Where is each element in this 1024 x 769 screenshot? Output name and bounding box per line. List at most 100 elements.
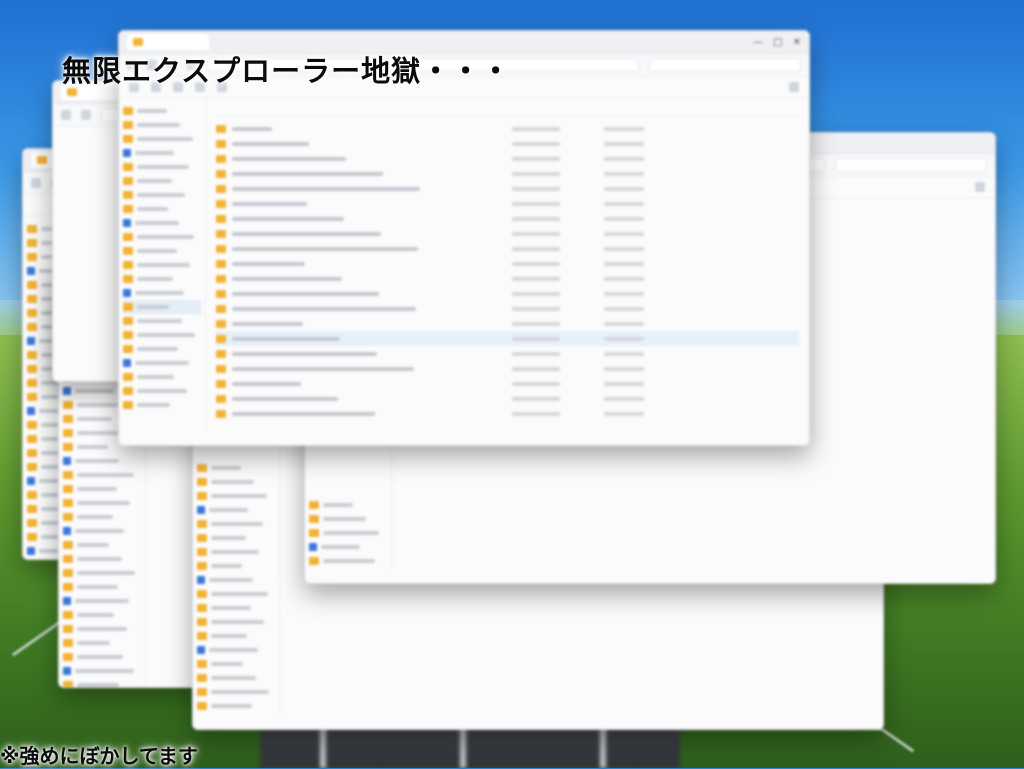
table-row[interactable] (216, 196, 799, 211)
file-list[interactable] (206, 98, 809, 445)
nav-item[interactable] (309, 554, 387, 568)
nav-item[interactable] (197, 503, 275, 517)
nav-item[interactable] (123, 202, 201, 216)
details-icon[interactable] (789, 82, 799, 92)
nav-item[interactable] (123, 398, 201, 412)
nav-item[interactable] (123, 132, 201, 146)
nav-item[interactable] (197, 685, 275, 699)
nav-item[interactable] (63, 468, 141, 482)
nav-item[interactable] (197, 559, 275, 573)
search-input[interactable] (835, 158, 987, 172)
nav-item[interactable] (197, 475, 275, 489)
nav-item[interactable] (123, 216, 201, 230)
nav-item[interactable] (123, 146, 201, 160)
nav-item[interactable] (123, 356, 201, 370)
nav-item[interactable] (63, 510, 141, 524)
table-row[interactable] (216, 361, 799, 376)
table-row[interactable] (216, 121, 799, 136)
nav-item[interactable] (63, 552, 141, 566)
navigation-pane[interactable] (193, 431, 280, 729)
table-row[interactable] (216, 151, 799, 166)
table-row[interactable] (216, 331, 799, 346)
table-row[interactable] (216, 301, 799, 316)
nav-item[interactable] (123, 286, 201, 300)
nav-item[interactable] (123, 160, 201, 174)
nav-item[interactable] (63, 454, 141, 468)
explorer-window-front[interactable]: — □ ✕ (118, 30, 810, 446)
table-row[interactable] (216, 226, 799, 241)
minimize-icon[interactable]: — (753, 37, 763, 48)
folder-icon (27, 421, 37, 429)
nav-item[interactable] (123, 328, 201, 342)
nav-item[interactable] (123, 118, 201, 132)
nav-item[interactable] (63, 496, 141, 510)
nav-item[interactable] (63, 566, 141, 580)
nav-item[interactable] (63, 678, 141, 687)
nav-item[interactable] (123, 314, 201, 328)
nav-item[interactable] (123, 342, 201, 356)
nav-item[interactable] (123, 174, 201, 188)
nav-item[interactable] (63, 594, 141, 608)
nav-item[interactable] (63, 538, 141, 552)
nav-item[interactable] (123, 300, 201, 314)
nav-item[interactable] (197, 601, 275, 615)
table-row[interactable] (216, 166, 799, 181)
table-row[interactable] (216, 241, 799, 256)
drive-icon (27, 267, 35, 275)
nav-item[interactable] (197, 517, 275, 531)
folder-icon (216, 409, 226, 418)
nav-item[interactable] (63, 524, 141, 538)
table-row[interactable] (216, 256, 799, 271)
nav-item[interactable] (63, 622, 141, 636)
close-icon[interactable]: ✕ (793, 37, 801, 48)
nav-item[interactable] (309, 540, 387, 554)
nav-item[interactable] (197, 629, 275, 643)
navigation-pane[interactable] (119, 98, 206, 445)
nav-item[interactable] (123, 384, 201, 398)
nav-item[interactable] (197, 531, 275, 545)
nav-item[interactable] (197, 643, 275, 657)
column-header[interactable] (216, 102, 799, 117)
table-row[interactable] (216, 316, 799, 331)
table-row[interactable] (216, 376, 799, 391)
nav-item[interactable] (309, 526, 387, 540)
maximize-icon[interactable]: □ (773, 37, 782, 48)
nav-item[interactable] (63, 664, 141, 678)
table-row[interactable] (216, 346, 799, 361)
table-row[interactable] (216, 286, 799, 301)
table-row[interactable] (216, 391, 799, 406)
search-input[interactable] (649, 58, 801, 72)
nav-item[interactable] (123, 230, 201, 244)
nav-item[interactable] (123, 244, 201, 258)
nav-item[interactable] (309, 512, 387, 526)
table-row[interactable] (216, 271, 799, 286)
nav-item[interactable] (197, 671, 275, 685)
details-icon[interactable] (975, 182, 985, 192)
nav-item[interactable] (63, 580, 141, 594)
folder-icon (123, 345, 133, 353)
nav-item[interactable] (197, 615, 275, 629)
table-row[interactable] (216, 181, 799, 196)
nav-item[interactable] (123, 258, 201, 272)
nav-item[interactable] (63, 482, 141, 496)
nav-item[interactable] (197, 657, 275, 671)
nav-item[interactable] (63, 636, 141, 650)
nav-item[interactable] (197, 699, 275, 713)
nav-item[interactable] (309, 498, 387, 512)
folder-icon (216, 304, 226, 313)
nav-item[interactable] (197, 587, 275, 601)
table-row[interactable] (216, 406, 799, 421)
nav-item[interactable] (123, 104, 201, 118)
nav-item[interactable] (197, 573, 275, 587)
nav-item[interactable] (63, 650, 141, 664)
nav-item[interactable] (197, 489, 275, 503)
nav-item[interactable] (197, 461, 275, 475)
table-row[interactable] (216, 136, 799, 151)
table-row[interactable] (216, 211, 799, 226)
nav-item[interactable] (123, 188, 201, 202)
nav-item[interactable] (123, 272, 201, 286)
folder-icon (63, 653, 73, 661)
nav-item[interactable] (197, 545, 275, 559)
nav-item[interactable] (63, 608, 141, 622)
nav-item[interactable] (123, 370, 201, 384)
